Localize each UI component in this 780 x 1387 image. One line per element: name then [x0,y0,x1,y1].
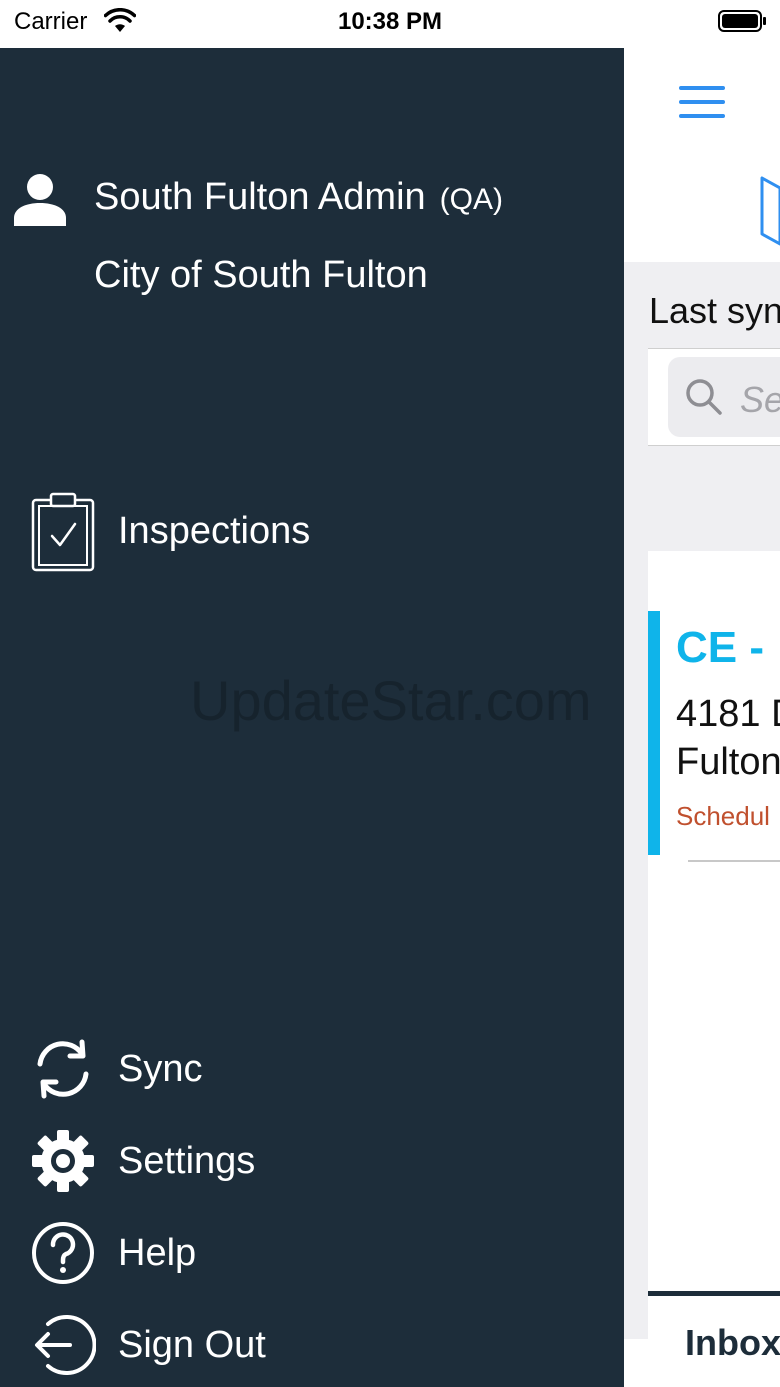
last-sync-label: Last syn [649,290,780,331]
clock: 10:38 PM [337,8,443,35]
gear-icon [32,1130,94,1192]
nav-item-inspections[interactable]: Inspections [30,492,590,572]
organization-name: City of South Fulton [94,254,428,296]
user-name-text: South Fulton Admin [94,176,426,218]
watermark: UpdateStar.com [190,669,592,732]
user-name: South Fulton Admin (QA) [94,176,503,219]
card-address-line1: 4181 D [676,693,780,735]
sync-icon [37,1039,89,1099]
inspection-card[interactable]: CE - 4181 D Fulton Schedul [648,551,780,1291]
nav-label-inspections: Inspections [118,510,311,552]
nav-label-sign-out: Sign Out [118,1324,266,1366]
clipboard-check-icon [31,492,95,572]
nav-label-settings: Settings [118,1140,256,1182]
card-address-line2: Fulton [676,741,780,783]
card-divider [688,860,780,862]
tab-inbox[interactable]: Inbox [685,1322,780,1364]
card-status: Schedul [676,801,770,831]
help-icon [32,1222,94,1284]
user-icon [14,174,66,226]
nav-item-sync[interactable]: Sync [30,1030,590,1110]
nav-item-sign-out[interactable]: Sign Out [30,1306,590,1386]
nav-label-help: Help [118,1232,197,1274]
navigation-drawer: South Fulton Admin (QA) City of South Ful… [0,48,624,1387]
tab-bar: Inbox [648,1291,780,1387]
nav-item-settings[interactable]: Settings [30,1122,590,1202]
sign-out-icon [35,1315,96,1375]
main-content: Last syn Se CE - 4181 D Fulton Schedul I… [624,48,780,1387]
menu-icon[interactable] [679,86,725,120]
status-bar: Carrier 10:38 PM [0,0,780,48]
map-icon[interactable] [756,176,780,246]
nav-item-help[interactable]: Help [30,1214,590,1294]
card-title: CE - [676,623,764,672]
battery-icon [718,10,766,32]
search-bar: Se [648,348,780,446]
card-accent-bar [648,611,660,855]
search-input[interactable]: Se [668,357,780,437]
nav-label-sync: Sync [118,1048,203,1090]
search-placeholder: Se [740,379,780,420]
environment-badge: (QA) [439,183,503,216]
search-icon [686,379,722,415]
